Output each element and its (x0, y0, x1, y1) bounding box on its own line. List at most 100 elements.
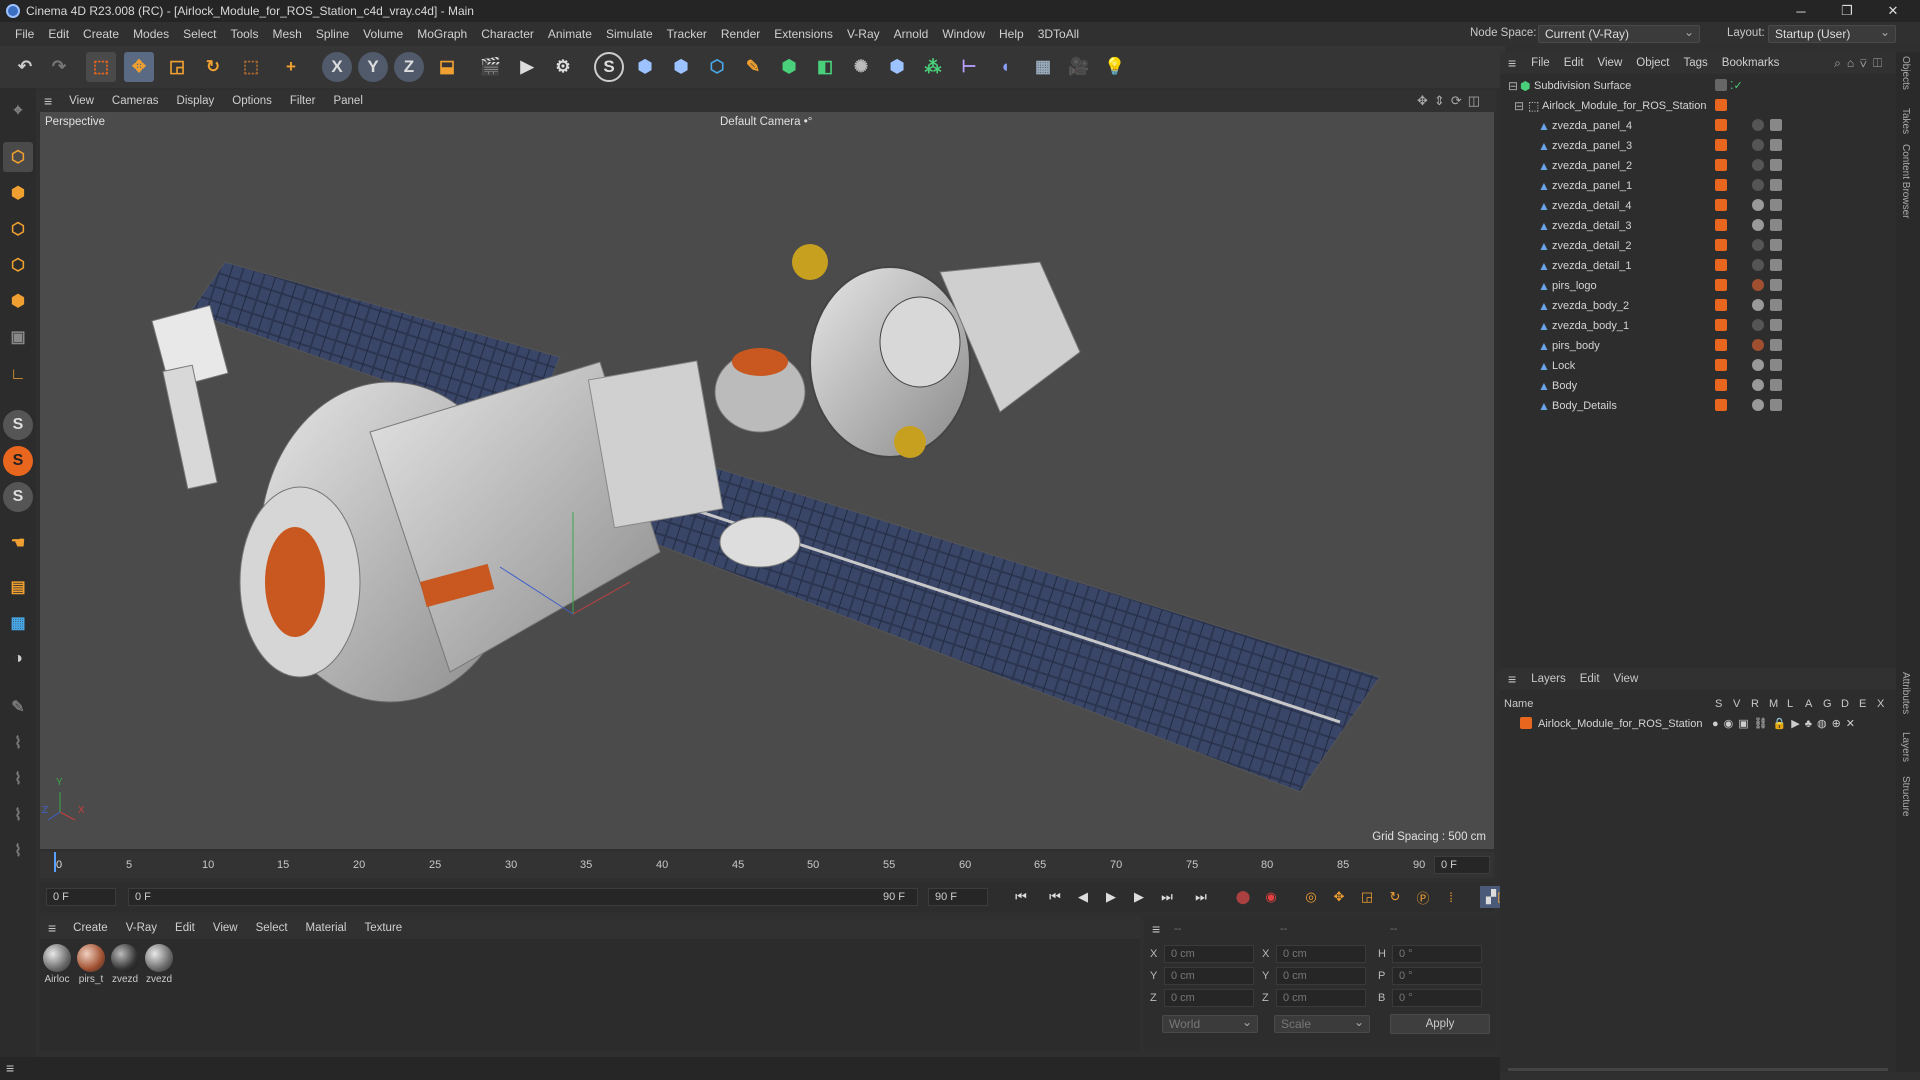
menu-select[interactable]: Select (176, 22, 223, 46)
menu-spline[interactable]: Spline (309, 22, 356, 46)
camera-icon[interactable]: 🎥 (1064, 52, 1094, 82)
menu-arnold[interactable]: Arnold (887, 22, 936, 46)
om-tool-icons[interactable]: ⌕⌂⊽◫ (1834, 56, 1888, 71)
texture-mode-icon[interactable]: ⬡ (3, 142, 33, 172)
object-row[interactable]: ▲ zvezda_detail_2 (1500, 236, 1896, 256)
layer-col-a[interactable]: A (1805, 698, 1812, 710)
workplane-icon[interactable]: ☚ (3, 528, 33, 558)
hamburger-icon[interactable]: ≡ (36, 93, 60, 109)
layer-color-swatch[interactable] (1520, 717, 1532, 729)
menu-render[interactable]: Render (714, 22, 767, 46)
scale-icon[interactable]: ◲ (162, 52, 192, 82)
mat-menu-material[interactable]: Material (297, 922, 356, 934)
object-row[interactable]: ▲ pirs_body (1500, 336, 1896, 356)
collapse-icon[interactable]: ⊟ (1508, 80, 1518, 92)
material-tag-icon[interactable] (1752, 379, 1764, 391)
layer-color-tag[interactable] (1715, 239, 1727, 251)
material-item[interactable]: pirs_t (76, 944, 106, 985)
enabled-check-icon[interactable]: ⁚✓ (1730, 76, 1743, 96)
material-item[interactable]: Airloc (42, 944, 72, 985)
object-row[interactable]: ▲ Body (1500, 376, 1896, 396)
3d-viewport[interactable]: Perspective Default Camera •° Grid Spaci… (40, 112, 1494, 849)
layer-color-tag[interactable] (1715, 219, 1727, 231)
material-tag-icon[interactable] (1752, 299, 1764, 311)
layer-color-tag[interactable] (1715, 339, 1727, 351)
viewport-menu-display[interactable]: Display (168, 95, 224, 107)
pla-key-icon[interactable]: ⁞ (1440, 886, 1462, 908)
layer-color-tag[interactable] (1715, 359, 1727, 371)
texture-tag-icon[interactable] (1770, 279, 1782, 291)
x-axis-icon[interactable]: X (322, 52, 352, 82)
hamburger-icon[interactable]: ≡ (1500, 671, 1524, 687)
texture-tag-icon[interactable] (1770, 319, 1782, 331)
material-item[interactable]: zvezd (144, 944, 174, 985)
material-tag-icon[interactable] (1752, 139, 1764, 151)
texture-tag-icon[interactable] (1770, 359, 1782, 371)
cube-icon[interactable]: ⬡ (702, 52, 732, 82)
mat-menu-edit[interactable]: Edit (166, 922, 204, 934)
close-button[interactable]: ✕ (1870, 0, 1916, 22)
layer-col-l[interactable]: L (1787, 698, 1793, 710)
mat-menu-create[interactable]: Create (64, 922, 117, 934)
viewport-menu-options[interactable]: Options (223, 95, 281, 107)
material-tag-icon[interactable] (1752, 359, 1764, 371)
layer-color-tag[interactable] (1715, 179, 1727, 191)
z-axis-icon[interactable]: Z (394, 52, 424, 82)
material-tag-icon[interactable] (1752, 219, 1764, 231)
layer-col-x[interactable]: X (1877, 698, 1884, 710)
object-row-subdivision[interactable]: ⊟ ⬢ Subdivision Surface ⁚✓ (1500, 76, 1896, 96)
locked-workplane-icon[interactable]: ▦ (3, 608, 33, 638)
maximize-button[interactable]: ❐ (1824, 0, 1870, 22)
layer-col-m[interactable]: M (1769, 698, 1778, 710)
menu-mesh[interactable]: Mesh (265, 22, 308, 46)
menu-modes[interactable]: Modes (126, 22, 176, 46)
y-axis-icon[interactable]: Y (358, 52, 388, 82)
model-mode-icon[interactable]: ⌖ (3, 96, 33, 126)
current-frame-field[interactable]: 0 F (1434, 856, 1490, 874)
sculpt-icon[interactable]: ⌇ (3, 728, 33, 758)
minimize-button[interactable]: ─ (1778, 0, 1824, 22)
texture-tag-icon[interactable] (1770, 119, 1782, 131)
menu-create[interactable]: Create (76, 22, 126, 46)
timeline-ruler[interactable]: 0 5 10 15 20 25 30 35 40 45 50 55 60 65 … (40, 852, 1494, 878)
add-icon[interactable]: + (276, 52, 306, 82)
texture-tag-icon[interactable] (1770, 199, 1782, 211)
object-row[interactable]: ▲ zvezda_detail_4 (1500, 196, 1896, 216)
object-row[interactable]: ▲ zvezda_body_2 (1500, 296, 1896, 316)
record-icon[interactable]: ⬤ (1232, 886, 1254, 908)
frame-range-slider[interactable]: 0 F 90 F (128, 888, 918, 906)
subdivision-icon[interactable]: ⬢ (774, 52, 804, 82)
menu-volume[interactable]: Volume (356, 22, 410, 46)
weld-icon[interactable]: ⌇ (3, 836, 33, 866)
object-row[interactable]: ▲ zvezda_panel_1 (1500, 176, 1896, 196)
object-row[interactable]: ▲ zvezda_detail_1 (1500, 256, 1896, 276)
edges-mode-icon[interactable]: ⬡ (3, 214, 33, 244)
layer-color-tag[interactable] (1715, 319, 1727, 331)
tab-structure[interactable]: Structure (1900, 776, 1911, 817)
texture-tag-icon[interactable] (1770, 139, 1782, 151)
material-tag-icon[interactable] (1752, 239, 1764, 251)
layer-color-tag[interactable] (1715, 299, 1727, 311)
layout-dropdown[interactable]: Startup (User) (1768, 24, 1896, 43)
go-start-icon[interactable]: ⏮ (1010, 886, 1032, 908)
snap-s2-icon[interactable]: S (3, 410, 33, 440)
viewport-menu-cameras[interactable]: Cameras (103, 95, 168, 107)
brush-icon[interactable]: ◑ (3, 644, 33, 674)
collapse-icon[interactable]: ⊟ (1514, 100, 1524, 112)
rotate-icon[interactable]: ↻ (198, 52, 228, 82)
material-item[interactable]: zvezd (110, 944, 140, 985)
material-tag-icon[interactable] (1752, 279, 1764, 291)
mograph-icon[interactable]: ⁂ (918, 52, 948, 82)
layer-col-e[interactable]: E (1859, 698, 1866, 710)
mat-menu-view[interactable]: View (204, 922, 247, 934)
tab-attributes[interactable]: Attributes (1900, 672, 1911, 714)
array-icon[interactable]: ✺ (846, 52, 876, 82)
om-menu-object[interactable]: Object (1629, 57, 1676, 69)
om-menu-view[interactable]: View (1591, 57, 1630, 69)
texture-tag-icon[interactable] (1770, 399, 1782, 411)
material-tag-icon[interactable] (1752, 319, 1764, 331)
om-menu-edit[interactable]: Edit (1557, 57, 1591, 69)
param-key-icon[interactable]: Ⓟ (1412, 886, 1434, 908)
hamburger-icon[interactable]: ≡ (6, 1060, 14, 1076)
python2-icon[interactable]: ⬢ (666, 52, 696, 82)
